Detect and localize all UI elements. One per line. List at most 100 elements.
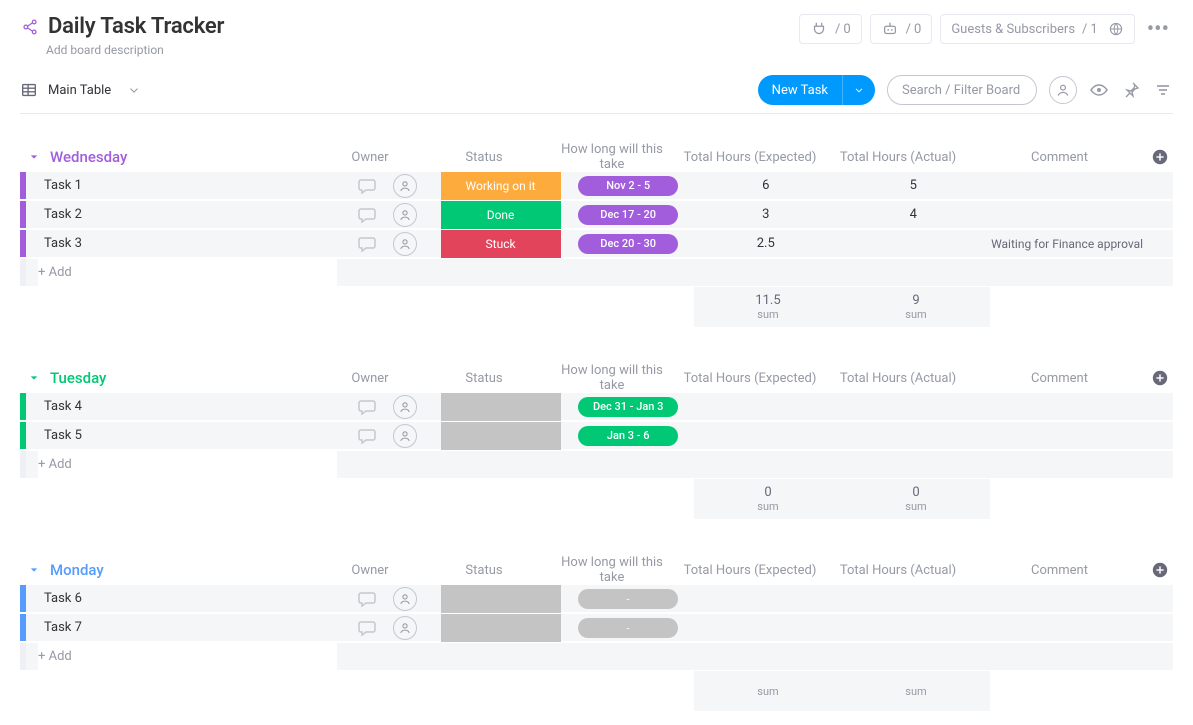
- status-cell[interactable]: Stuck: [441, 230, 561, 258]
- column-header-owner[interactable]: Owner: [320, 556, 420, 584]
- automations-button[interactable]: 0: [870, 14, 933, 44]
- pin-button[interactable]: [1121, 80, 1141, 100]
- column-header-status[interactable]: Status: [420, 556, 548, 584]
- comment-cell[interactable]: [987, 585, 1147, 612]
- column-header-hours-actual[interactable]: Total Hours (Actual): [824, 556, 972, 584]
- conversation-button[interactable]: [357, 426, 377, 446]
- hours-actual-cell[interactable]: [840, 585, 988, 612]
- column-header-hours-expected[interactable]: Total Hours (Expected): [676, 556, 824, 584]
- new-task-dropdown[interactable]: [842, 75, 875, 105]
- column-header-comment[interactable]: Comment: [972, 143, 1147, 171]
- timeline-cell[interactable]: -: [578, 618, 678, 638]
- column-header-status[interactable]: Status: [420, 364, 548, 392]
- group-collapse-toggle[interactable]: [26, 149, 42, 165]
- owner-cell[interactable]: [393, 616, 417, 640]
- column-header-timeline[interactable]: How long will this take: [548, 143, 676, 171]
- owner-cell[interactable]: [393, 424, 417, 448]
- table-row[interactable]: Task 3 Stuck Dec 20 - 30 2.5 Waiting for…: [20, 230, 1173, 258]
- owner-cell[interactable]: [393, 203, 417, 227]
- filter-button[interactable]: [1153, 80, 1173, 100]
- board-title[interactable]: Daily Task Tracker: [48, 14, 224, 39]
- status-cell[interactable]: [441, 422, 561, 450]
- conversation-button[interactable]: [357, 618, 377, 638]
- column-header-comment[interactable]: Comment: [972, 364, 1147, 392]
- person-filter-button[interactable]: [1049, 76, 1077, 104]
- group-collapse-toggle[interactable]: [26, 562, 42, 578]
- board-menu-button[interactable]: •••: [1143, 17, 1173, 42]
- column-header-comment[interactable]: Comment: [972, 556, 1147, 584]
- task-name[interactable]: Task 6: [44, 591, 82, 606]
- status-cell[interactable]: Working on it: [441, 172, 561, 200]
- column-header-hours-actual[interactable]: Total Hours (Actual): [824, 143, 972, 171]
- group-name[interactable]: Monday: [50, 561, 104, 579]
- timeline-cell[interactable]: Dec 17 - 20: [578, 205, 678, 225]
- hours-actual-cell[interactable]: [840, 393, 988, 420]
- hours-actual-cell[interactable]: [840, 614, 988, 641]
- hours-actual-cell[interactable]: 4: [840, 201, 988, 228]
- hours-actual-cell[interactable]: 5: [840, 172, 988, 199]
- conversation-button[interactable]: [357, 205, 377, 225]
- status-cell[interactable]: [441, 393, 561, 421]
- conversation-button[interactable]: [357, 176, 377, 196]
- hours-expected-cell[interactable]: 6: [692, 172, 840, 199]
- hours-expected-cell[interactable]: [692, 393, 840, 420]
- column-header-hours-expected[interactable]: Total Hours (Expected): [676, 364, 824, 392]
- add-task-button[interactable]: + Add: [38, 451, 337, 478]
- status-cell[interactable]: Done: [441, 201, 561, 229]
- new-task-button[interactable]: New Task: [758, 75, 875, 105]
- timeline-cell[interactable]: Nov 2 - 5: [578, 176, 678, 196]
- column-header-timeline[interactable]: How long will this take: [548, 556, 676, 584]
- view-selector[interactable]: Main Table: [48, 83, 111, 98]
- group-collapse-toggle[interactable]: [26, 370, 42, 386]
- column-header-timeline[interactable]: How long will this take: [548, 364, 676, 392]
- task-name[interactable]: Task 3: [44, 236, 82, 251]
- hours-expected-cell[interactable]: [692, 614, 840, 641]
- comment-cell[interactable]: [987, 201, 1147, 228]
- conversation-button[interactable]: [357, 589, 377, 609]
- comment-cell[interactable]: [987, 393, 1147, 420]
- hours-expected-cell[interactable]: [692, 585, 840, 612]
- table-row[interactable]: Task 1 Working on it Nov 2 - 5 6 5: [20, 172, 1173, 200]
- comment-cell[interactable]: Waiting for Finance approval: [987, 230, 1147, 257]
- add-column-button[interactable]: [1147, 556, 1173, 584]
- hours-actual-cell[interactable]: [840, 422, 988, 449]
- owner-cell[interactable]: [393, 395, 417, 419]
- table-row[interactable]: Task 5 Jan 3 - 6: [20, 422, 1173, 450]
- chevron-down-icon[interactable]: [127, 83, 141, 97]
- board-description[interactable]: Add board description: [46, 43, 224, 57]
- column-header-hours-actual[interactable]: Total Hours (Actual): [824, 364, 972, 392]
- status-cell[interactable]: [441, 585, 561, 613]
- timeline-cell[interactable]: -: [578, 589, 678, 609]
- owner-cell[interactable]: [393, 232, 417, 256]
- hours-expected-cell[interactable]: 2.5: [692, 230, 840, 257]
- column-header-status[interactable]: Status: [420, 143, 548, 171]
- column-header-owner[interactable]: Owner: [320, 143, 420, 171]
- group-name[interactable]: Wednesday: [50, 148, 127, 166]
- timeline-cell[interactable]: Jan 3 - 6: [578, 426, 678, 446]
- add-column-button[interactable]: [1147, 364, 1173, 392]
- task-name[interactable]: Task 5: [44, 428, 82, 443]
- comment-cell[interactable]: [987, 614, 1147, 641]
- add-task-button[interactable]: + Add: [38, 643, 337, 670]
- comment-cell[interactable]: [987, 172, 1147, 199]
- table-row[interactable]: Task 4 Dec 31 - Jan 3: [20, 393, 1173, 421]
- hours-expected-cell[interactable]: [692, 422, 840, 449]
- hours-expected-cell[interactable]: 3: [692, 201, 840, 228]
- column-header-hours-expected[interactable]: Total Hours (Expected): [676, 143, 824, 171]
- share-icon[interactable]: [20, 17, 40, 37]
- table-row[interactable]: Task 7 -: [20, 614, 1173, 642]
- add-task-button[interactable]: + Add: [38, 259, 337, 286]
- search-input[interactable]: Search / Filter Board: [887, 75, 1037, 105]
- conversation-button[interactable]: [357, 397, 377, 417]
- owner-cell[interactable]: [393, 174, 417, 198]
- hours-actual-cell[interactable]: [840, 230, 988, 257]
- add-column-button[interactable]: [1147, 143, 1173, 171]
- task-name[interactable]: Task 1: [44, 178, 82, 193]
- timeline-cell[interactable]: Dec 20 - 30: [578, 234, 678, 254]
- group-name[interactable]: Tuesday: [50, 369, 106, 387]
- table-row[interactable]: Task 6 -: [20, 585, 1173, 613]
- integrations-button[interactable]: 0: [799, 14, 862, 44]
- task-name[interactable]: Task 4: [44, 399, 82, 414]
- comment-cell[interactable]: [987, 422, 1147, 449]
- guests-button[interactable]: Guests & Subscribers 1: [940, 14, 1134, 44]
